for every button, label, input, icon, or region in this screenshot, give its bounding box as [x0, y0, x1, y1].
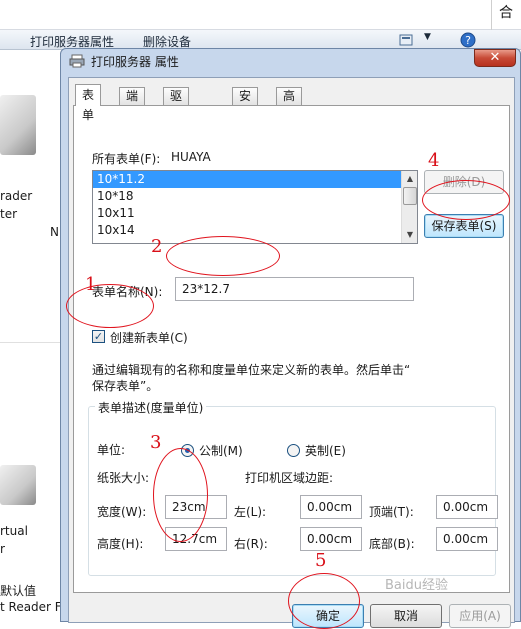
annotation-circle: [66, 284, 154, 328]
create-new-form-label: 创建新表单(C): [110, 331, 188, 345]
print-server-properties-dialog: 打印服务器 属性 ✕ 表单 端口 驱动程序 安全 高级 所有表单(F): HUA…: [60, 48, 521, 628]
annotation-circle: [422, 180, 510, 220]
divider: [491, 0, 492, 30]
printer-device-icon: [0, 465, 36, 505]
group-title: 表单描述(度量单位): [95, 399, 207, 416]
cancel-button[interactable]: 取消: [370, 604, 442, 628]
dialog-client-area: 表单 端口 驱动程序 安全 高级 所有表单(F): HUAYA 10*11.2 …: [68, 77, 515, 628]
list-item[interactable]: 10*18: [93, 188, 417, 205]
background-top-right-text: 合: [499, 5, 513, 21]
tab-forms[interactable]: 表单: [75, 84, 102, 122]
annotation-number: 1: [85, 274, 97, 295]
list-item[interactable]: 10x14: [93, 222, 417, 239]
annotation-number: 5: [315, 550, 327, 571]
form-name-field[interactable]: 23*12.7: [175, 277, 414, 301]
device-label-fragment: rader: [0, 189, 33, 203]
bottom-margin-label: 底部(B):: [369, 537, 415, 551]
imperial-label: 英制(E): [305, 444, 346, 458]
forms-listbox[interactable]: 10*11.2 10*18 10x11 10x14 ▲ ▼: [92, 170, 418, 244]
width-label: 宽度(W):: [97, 505, 147, 519]
list-item[interactable]: 10*11.2: [93, 171, 417, 188]
printer-icon: [69, 54, 85, 68]
dialog-title: 打印服务器 属性: [91, 55, 179, 69]
help-text: 保存表单”。: [92, 379, 159, 393]
background-window-top: 合: [0, 0, 521, 30]
paper-size-label: 纸张大小:: [97, 471, 150, 485]
scroll-thumb[interactable]: [403, 187, 417, 205]
right-margin-label: 右(R):: [234, 537, 268, 551]
list-item[interactable]: 10x11: [93, 205, 417, 222]
right-margin-field[interactable]: 0.00cm: [300, 527, 362, 551]
forms-tab-panel: 所有表单(F): HUAYA 10*11.2 10*18 10x11 10x14…: [73, 105, 510, 593]
create-new-form-checkbox[interactable]: ✓: [92, 330, 105, 343]
unit-label: 单位:: [97, 443, 126, 457]
tab-drivers[interactable]: 驱动程序: [163, 87, 190, 154]
metric-label: 公制(M): [199, 444, 243, 458]
height-label: 高度(H):: [97, 537, 144, 551]
scroll-down-icon[interactable]: ▼: [402, 227, 418, 243]
close-icon: ✕: [489, 50, 501, 65]
bottom-margin-field[interactable]: 0.00cm: [436, 527, 498, 551]
left-margin-field[interactable]: 0.00cm: [300, 495, 362, 519]
device-label-fragment: rtual: [0, 524, 28, 538]
close-button[interactable]: ✕: [474, 49, 516, 67]
imperial-radio[interactable]: [287, 444, 300, 457]
view-icon[interactable]: [399, 34, 413, 46]
dialog-title-bar[interactable]: 打印服务器 属性: [69, 53, 179, 73]
scroll-up-icon[interactable]: ▲: [402, 171, 418, 187]
watermark: Baidu经验: [385, 578, 448, 593]
server-name: HUAYA: [171, 150, 211, 164]
device-label-fragment: r: [0, 542, 5, 556]
check-icon: ✓: [93, 330, 104, 343]
divider: [0, 342, 64, 343]
help-icon[interactable]: ?: [460, 32, 476, 48]
left-margin-label: 左(L):: [234, 505, 267, 519]
tab-advanced[interactable]: 高级: [276, 87, 303, 120]
tab-security[interactable]: 安全: [232, 87, 259, 120]
printer-margins-label: 打印机区域边距:: [245, 471, 334, 485]
device-label-fragment: N: [50, 225, 59, 239]
annotation-number: 4: [428, 150, 440, 171]
tab-ports[interactable]: 端口: [119, 87, 146, 120]
device-label-fragment: ter: [0, 207, 18, 221]
annotation-circle: [166, 236, 280, 276]
device-label-fragment: 默认值: [0, 584, 37, 598]
svg-text:?: ?: [465, 34, 471, 47]
top-margin-label: 顶端(T):: [369, 505, 414, 519]
annotation-circle: [153, 448, 208, 542]
help-text: 通过编辑现有的名称和度量单位来定义新的表单。然后单击“: [92, 363, 411, 377]
dropdown-arrow-icon[interactable]: ▼: [424, 32, 431, 42]
annotation-number: 3: [150, 432, 162, 453]
device-label-fragment: t Reader F: [0, 600, 62, 614]
background-device-pane: rader ter N rtual r 默认值 t Reader F: [0, 50, 64, 622]
printer-device-icon: [0, 95, 36, 155]
annotation-number: 2: [151, 236, 163, 257]
all-forms-label: 所有表单(F):: [92, 152, 161, 166]
listbox-scrollbar[interactable]: ▲ ▼: [401, 171, 417, 243]
annotation-circle: [288, 573, 360, 629]
background-toolbar: 打印服务器属性 删除设备 ▼ ?: [0, 30, 521, 50]
apply-button[interactable]: 应用(A): [449, 604, 511, 628]
top-margin-field[interactable]: 0.00cm: [436, 495, 498, 519]
